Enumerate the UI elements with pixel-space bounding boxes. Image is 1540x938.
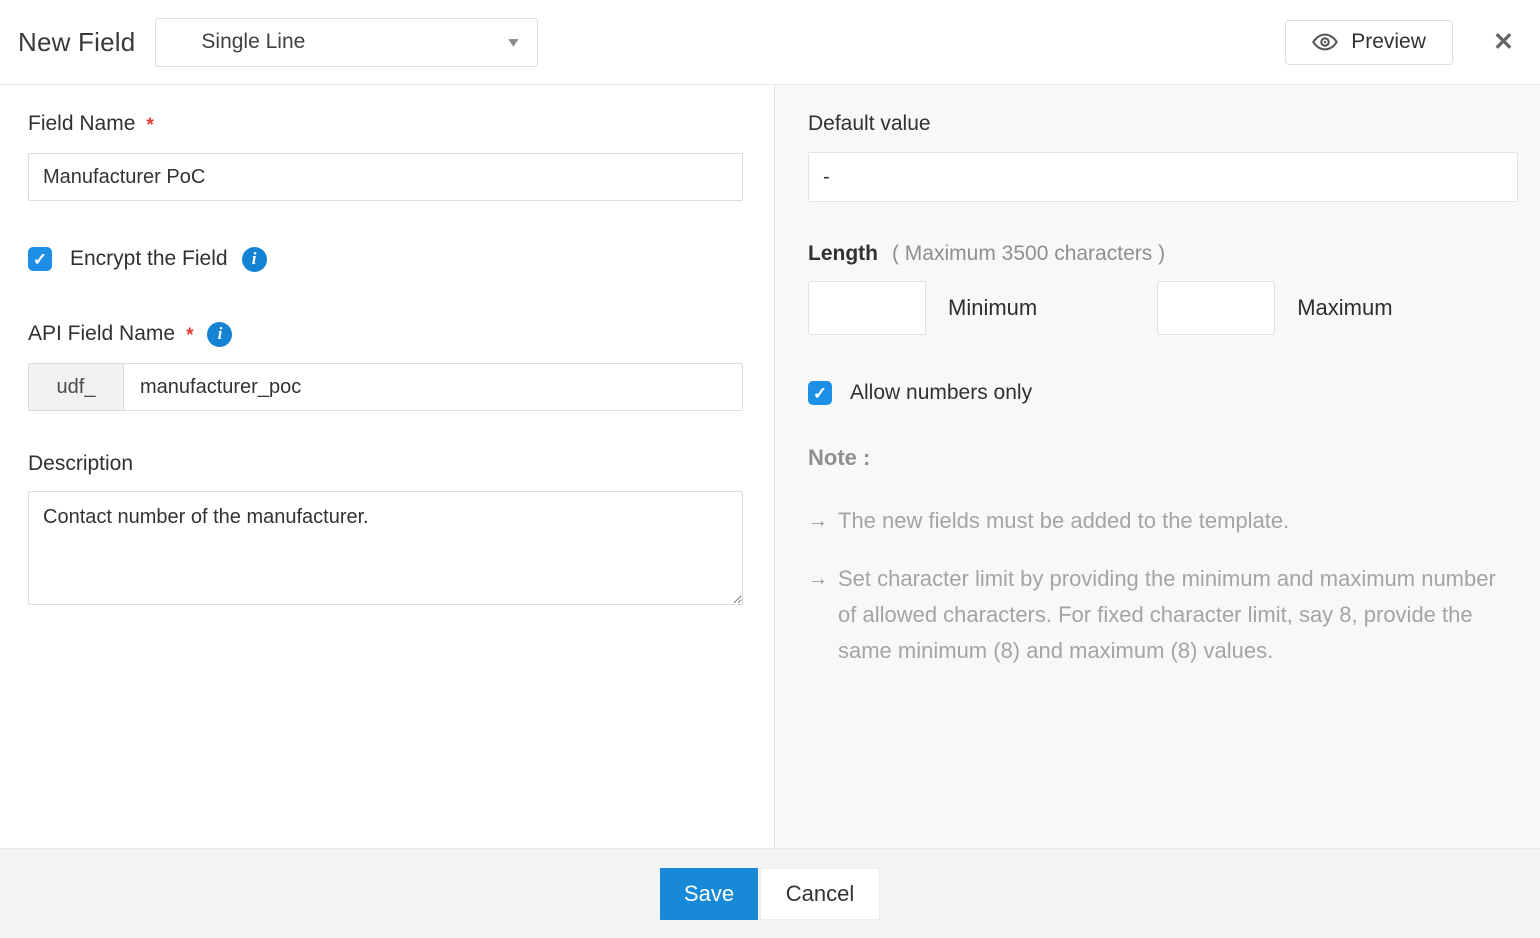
api-field-name-info-icon[interactable]: i [207,322,232,347]
allow-numbers-checkbox[interactable]: ✓ [808,381,832,405]
length-hint: ( Maximum 3500 characters ) [892,242,1165,266]
new-field-dialog: New Field Single Line ▼ Preview ✕ Field … [0,0,1540,938]
right-panel: Default value Length ( Maximum 3500 char… [775,85,1540,848]
dialog-footer: Save Cancel [0,848,1540,938]
save-button[interactable]: Save [660,868,758,920]
chevron-down-icon: ▼ [504,35,521,50]
encrypt-checkbox-label: Encrypt the Field [70,247,228,271]
maximum-input[interactable] [1157,281,1275,335]
dialog-header: New Field Single Line ▼ Preview ✕ [0,0,1540,85]
note-bullet: → The new fields must be added to the te… [808,503,1518,539]
page-title: New Field [18,27,135,58]
arrow-right-icon: → [808,561,838,669]
field-name-input[interactable] [28,153,743,201]
close-icon[interactable]: ✕ [1489,26,1518,59]
dialog-body: Field Name * ✓ Encrypt the Field i API F… [0,85,1540,848]
api-field-name-label: API Field Name [28,322,175,346]
encrypt-field-row: ✓ Encrypt the Field i [28,245,744,273]
cancel-button[interactable]: Cancel [760,868,880,920]
field-type-dropdown[interactable]: Single Line ▼ [155,18,538,67]
field-type-selected-value: Single Line [201,30,305,54]
maximum-label: Maximum [1297,295,1392,321]
check-icon: ✓ [813,385,827,402]
header-actions: Preview ✕ [1285,20,1518,65]
allow-numbers-label: Allow numbers only [850,381,1032,405]
check-icon: ✓ [33,251,47,268]
field-name-label-row: Field Name * [28,111,744,137]
api-field-name-input[interactable] [124,364,742,410]
required-asterisk: * [186,325,193,347]
required-asterisk: * [146,115,153,137]
description-label: Description [28,452,133,476]
default-value-label: Default value [808,112,931,136]
api-field-name-group: udf_ [28,363,743,411]
preview-button-label: Preview [1351,30,1426,54]
note-bullet-text: The new fields must be added to the temp… [838,503,1289,539]
arrow-right-icon: → [808,503,838,539]
left-panel: Field Name * ✓ Encrypt the Field i API F… [0,85,775,848]
minimum-label: Minimum [948,295,1037,321]
length-minmax-row: Minimum Maximum [808,281,1518,335]
minimum-input[interactable] [808,281,926,335]
eye-icon [1312,29,1338,55]
description-label-row: Description [28,451,744,477]
default-value-label-row: Default value [808,111,1518,137]
note-bullet-text: Set character limit by providing the min… [838,561,1498,669]
length-label: Length [808,242,878,266]
encrypt-checkbox[interactable]: ✓ [28,247,52,271]
note-bullet: → Set character limit by providing the m… [808,561,1518,669]
preview-button[interactable]: Preview [1285,20,1453,65]
allow-numbers-row: ✓ Allow numbers only [808,379,1518,407]
field-name-label: Field Name [28,112,135,136]
default-value-input[interactable] [808,152,1518,202]
description-textarea[interactable]: Contact number of the manufacturer. [28,491,743,605]
note-heading: Note : [808,445,1518,471]
length-label-row: Length ( Maximum 3500 characters ) [808,242,1518,266]
api-field-prefix: udf_ [29,364,124,410]
encrypt-info-icon[interactable]: i [242,247,267,272]
api-field-name-label-row: API Field Name * i [28,321,744,347]
